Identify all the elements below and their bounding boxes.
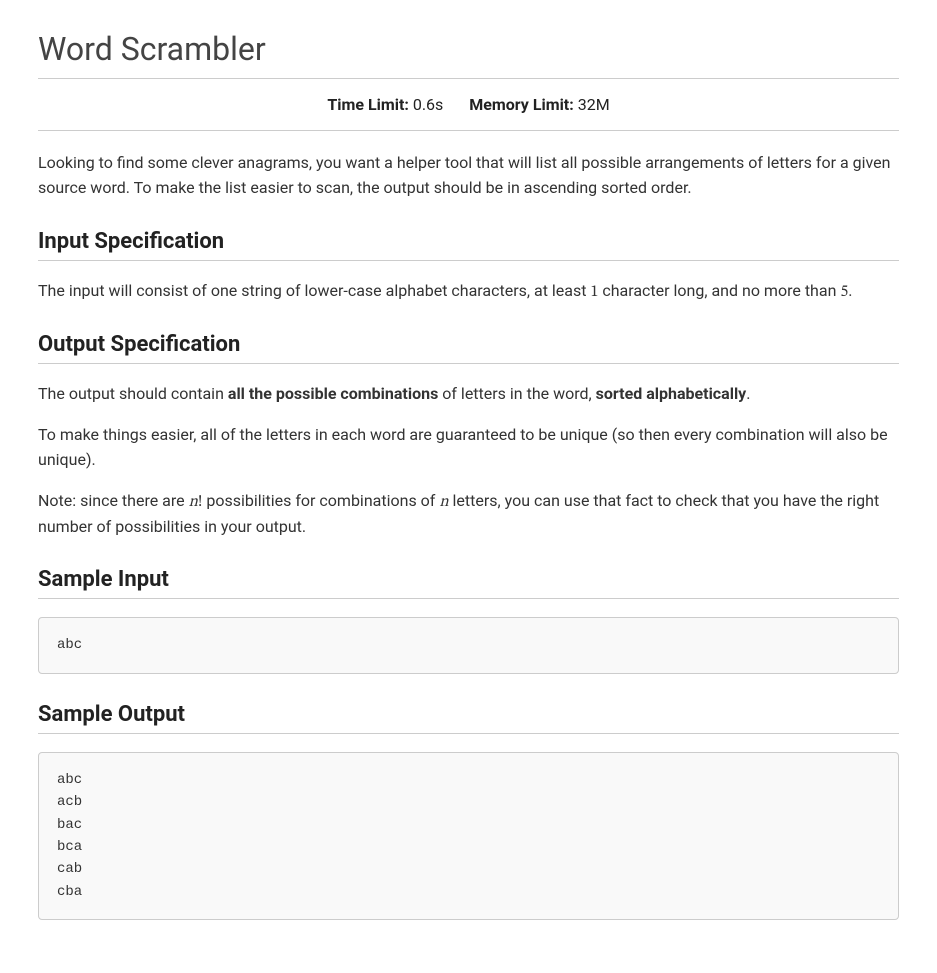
- memory-limit-value: 32M: [578, 95, 610, 114]
- math-variable: n: [439, 494, 448, 510]
- math-variable: n: [189, 494, 198, 510]
- sample-input-block: abc: [38, 617, 899, 673]
- output-spec-paragraph-2: To make things easier, all of the letter…: [38, 423, 899, 473]
- output-spec-heading: Output Specification: [38, 332, 899, 364]
- bold-text: sorted alphabetically: [596, 384, 747, 403]
- sample-output-block: abc acb bac bca cab cba: [38, 752, 899, 920]
- output-spec-paragraph-3: Note: since there are n! possibilities f…: [38, 489, 899, 540]
- sample-output-heading: Sample Output: [38, 702, 899, 734]
- intro-paragraph: Looking to find some clever anagrams, yo…: [38, 151, 899, 201]
- page-title: Word Scrambler: [38, 30, 899, 79]
- time-limit-value: 0.6s: [413, 95, 443, 114]
- sample-input-heading: Sample Input: [38, 567, 899, 599]
- time-limit-label: Time Limit:: [327, 95, 409, 114]
- input-spec-paragraph: The input will consist of one string of …: [38, 279, 899, 305]
- bold-text: all the possible combinations: [228, 384, 438, 403]
- input-spec-heading: Input Specification: [38, 229, 899, 261]
- memory-limit-label: Memory Limit:: [469, 95, 573, 114]
- limits-bar: Time Limit: 0.6s Memory Limit: 32M: [38, 79, 899, 131]
- output-spec-paragraph-1: The output should contain all the possib…: [38, 382, 899, 407]
